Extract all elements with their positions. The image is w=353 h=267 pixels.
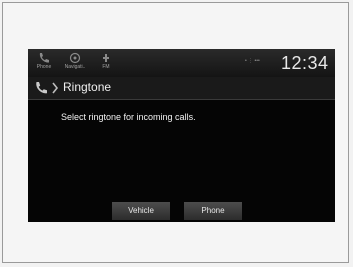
navigation-icon: [69, 52, 81, 64]
instruction-text: Select ringtone for incoming calls.: [61, 112, 196, 122]
chevron-right-icon: [52, 82, 59, 94]
status-phone-shortcut[interactable]: Phone: [30, 51, 58, 75]
page-frame: Phone Navigati.. FM • ⋮ ••• 12:34 Ringto…: [2, 2, 349, 263]
status-navigation-label: Navigati..: [64, 64, 86, 70]
status-fm-shortcut[interactable]: FM: [92, 51, 120, 75]
vehicle-button[interactable]: Vehicle: [112, 202, 170, 220]
status-fm-label: FM: [102, 64, 110, 70]
title-bar: Ringtone: [28, 77, 335, 100]
phone-button[interactable]: Phone: [184, 202, 242, 220]
radio-icon: [103, 54, 109, 62]
status-bar: Phone Navigati.. FM • ⋮ ••• 12:34: [28, 49, 335, 77]
page-title: Ringtone: [63, 80, 112, 94]
phone-icon: [39, 53, 49, 63]
clock: 12:34: [281, 53, 329, 73]
infotainment-screen: Phone Navigati.. FM • ⋮ ••• 12:34 Ringto…: [28, 49, 335, 222]
status-phone-label: Phone: [36, 64, 52, 70]
signal-indicator: • ⋮ •••: [245, 58, 260, 64]
phone-icon[interactable]: [34, 81, 48, 95]
status-navigation-shortcut[interactable]: Navigati..: [61, 51, 89, 75]
